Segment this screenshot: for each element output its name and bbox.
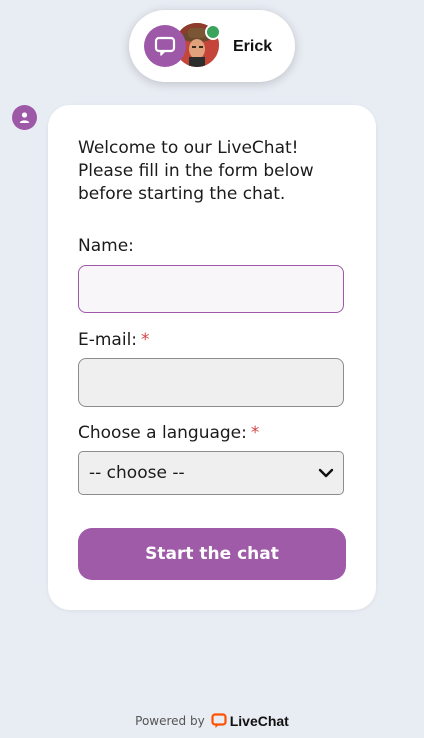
name-input[interactable]	[78, 265, 344, 313]
livechat-logo-icon	[211, 713, 227, 729]
agent-name: Erick	[233, 38, 273, 55]
welcome-message: Welcome to our LiveChat! Please fill in …	[78, 138, 314, 204]
online-status-indicator	[205, 24, 221, 40]
start-chat-button[interactable]: Start the chat	[78, 528, 346, 580]
chevron-down-icon	[317, 464, 335, 486]
language-select-value: -- choose --	[89, 463, 185, 483]
powered-by-text: Powered by	[135, 714, 205, 728]
prechat-form-card: Welcome to our LiveChat! Please fill in …	[48, 105, 376, 610]
required-mark: *	[250, 423, 260, 443]
required-mark: *	[141, 330, 150, 350]
agent-header: Erick	[129, 10, 295, 82]
powered-by-footer[interactable]: Powered by LiveChat	[0, 713, 424, 729]
language-select[interactable]: -- choose --	[78, 451, 344, 495]
email-input[interactable]	[78, 358, 344, 407]
language-label: Choose a language: *	[78, 423, 260, 443]
email-label: E-mail: *	[78, 330, 150, 350]
name-label: Name:	[78, 236, 134, 256]
chat-bubble-icon	[144, 25, 186, 67]
user-icon	[12, 105, 37, 130]
livechat-brand: LiveChat	[229, 713, 289, 729]
